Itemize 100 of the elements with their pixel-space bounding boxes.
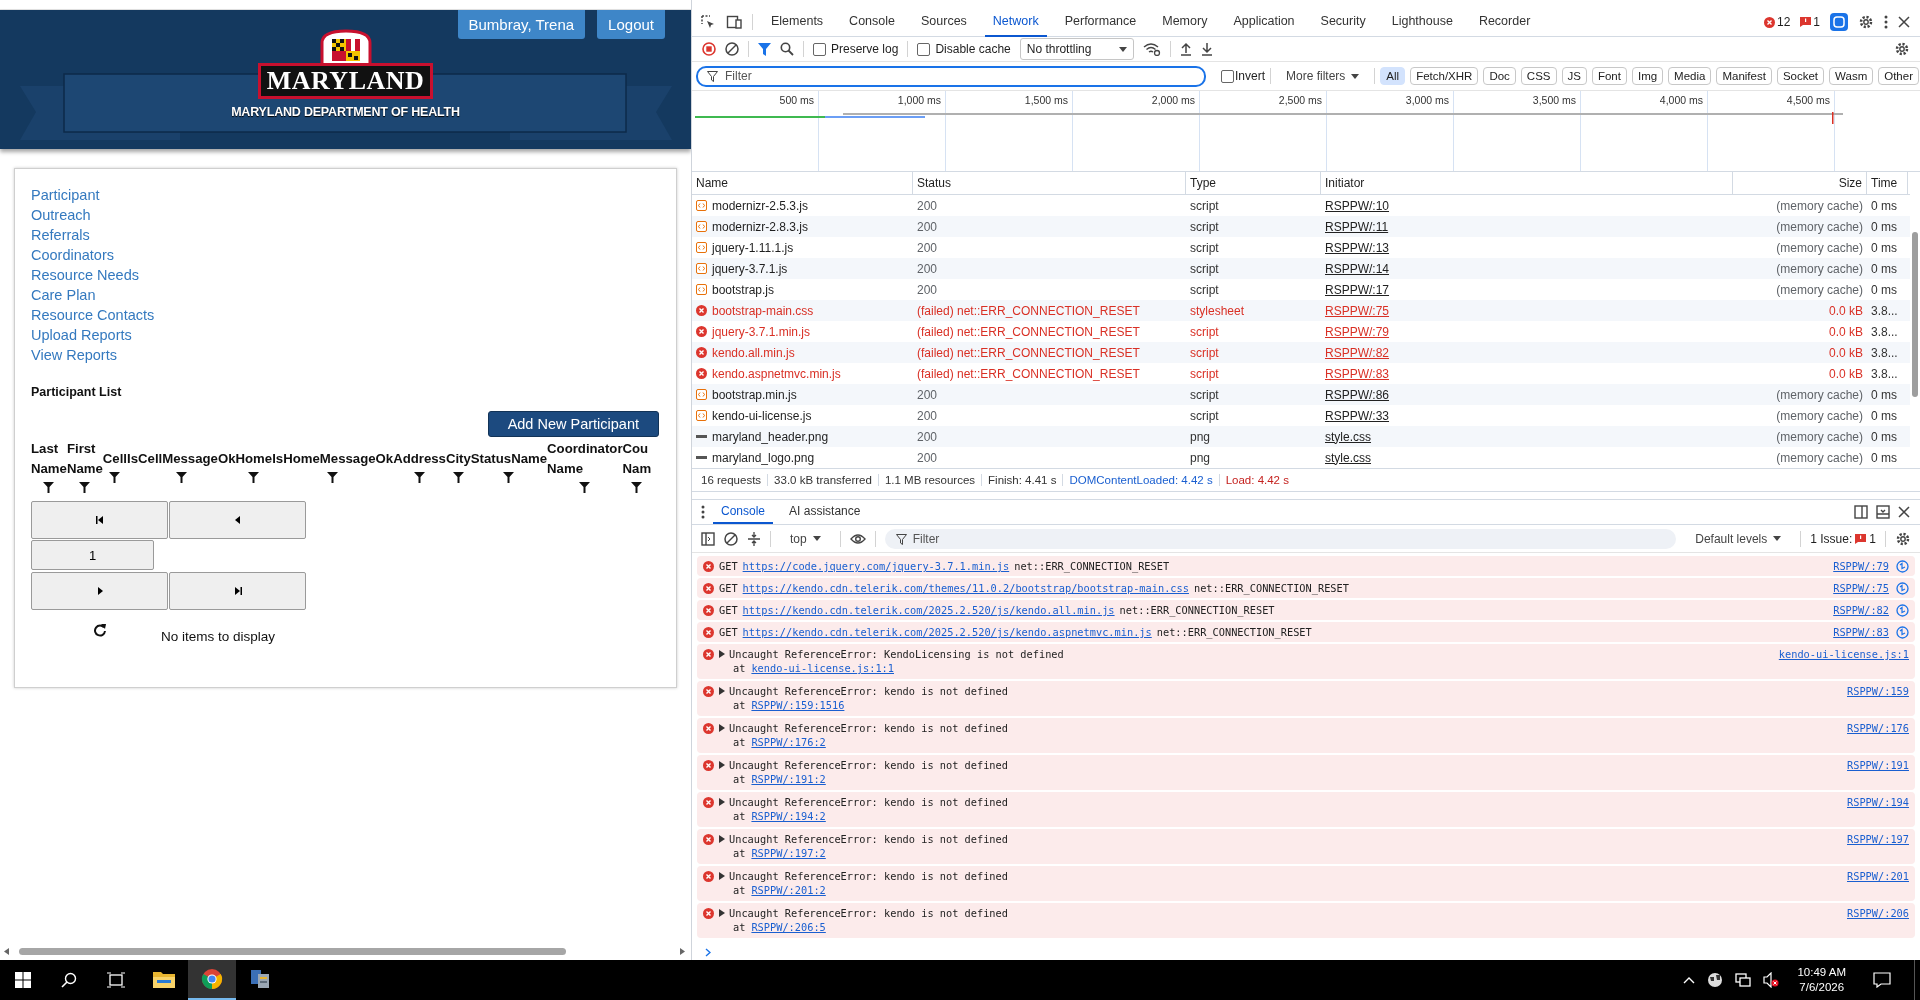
initiator-link[interactable]: RSPPW/:79 — [1325, 324, 1390, 339]
settings-icon[interactable] — [1858, 14, 1874, 30]
filter-icon[interactable] — [79, 482, 91, 493]
request-name[interactable]: jquery-3.7.1.min.js — [712, 324, 811, 339]
clock-time[interactable]: 10:49 AM — [1797, 965, 1846, 980]
console-filter-field[interactable]: Filter — [884, 528, 1677, 549]
globe-icon[interactable] — [1707, 972, 1724, 988]
checkbox-label[interactable]: Preserve log — [831, 42, 899, 56]
column-header[interactable]: Cou Nam — [622, 439, 652, 479]
devtools-tab[interactable]: Memory — [1154, 7, 1216, 37]
expand-triangle-icon[interactable] — [719, 650, 725, 658]
device-toolbar-icon[interactable] — [726, 14, 742, 30]
column-header[interactable]: Cell — [102, 449, 128, 469]
initiator-link[interactable]: RSPPW/:82 — [1325, 345, 1390, 360]
levels-dropdown[interactable]: Default levels — [1685, 531, 1792, 546]
expand-triangle-icon[interactable] — [719, 687, 725, 695]
stack-location-link[interactable]: RSPPW/:206:5 — [751, 921, 826, 933]
download-icon[interactable] — [1201, 42, 1214, 56]
inspect-icon[interactable] — [700, 14, 716, 30]
nav-link[interactable]: Upload Reports — [31, 325, 676, 345]
drawer-tab[interactable]: Console — [713, 500, 774, 524]
search-icon[interactable] — [780, 42, 794, 56]
stack-location-link[interactable]: kendo-ui-license.js:1:1 — [751, 662, 894, 674]
type-filter-chip[interactable]: Font — [1591, 67, 1627, 85]
upload-icon[interactable] — [1180, 42, 1193, 56]
expand-triangle-icon[interactable] — [719, 798, 725, 806]
settings-icon[interactable] — [1894, 41, 1910, 57]
source-link[interactable]: RSPPW/:83 — [1833, 626, 1889, 638]
type-filter-chip[interactable]: JS — [1561, 67, 1587, 85]
clock-date[interactable]: 7/6/2026 — [1799, 980, 1845, 995]
column-header[interactable]: Address — [393, 449, 446, 469]
column-header[interactable]: Name — [692, 172, 913, 194]
issues-button[interactable]: 1 Issue: 1 — [1810, 531, 1876, 546]
url-link[interactable]: https://kendo.cdn.telerik.com/2025.2.520/js/kendo.aspnetmvc.min.js — [742, 626, 1152, 638]
task-view-icon[interactable] — [107, 972, 125, 988]
collapse-icon[interactable] — [747, 531, 761, 546]
source-link[interactable]: RSPPW/:191 — [1847, 759, 1909, 771]
type-filter-chip[interactable]: Doc — [1483, 67, 1516, 85]
network-icon[interactable] — [1735, 972, 1752, 988]
url-link[interactable]: https://kendo.cdn.telerik.com/themes/11.0.2/bootstrap/bootstrap-main.css — [742, 582, 1189, 594]
column-header[interactable]: StatusName — [470, 449, 548, 469]
filter-icon[interactable] — [43, 482, 55, 493]
source-link[interactable]: RSPPW/:79 — [1833, 560, 1889, 572]
windows-start-icon[interactable] — [15, 972, 31, 988]
checkbox[interactable] — [917, 42, 931, 56]
stack-location-link[interactable]: RSPPW/:194:2 — [751, 810, 826, 822]
filter-icon[interactable] — [579, 482, 591, 493]
type-filter-chip[interactable]: CSS — [1520, 67, 1557, 85]
network-request-icon[interactable] — [1896, 559, 1909, 573]
type-filter-chip[interactable]: Other — [1878, 67, 1919, 85]
expand-triangle-icon[interactable] — [719, 872, 725, 880]
column-header[interactable]: Coordinator Name — [547, 439, 623, 479]
search-icon[interactable] — [61, 972, 77, 988]
initiator-link[interactable]: RSPPW/:83 — [1325, 366, 1390, 381]
devtools-tab[interactable]: Lighthouse — [1383, 7, 1461, 37]
dock-side-icon[interactable] — [1854, 505, 1868, 519]
filter-icon[interactable] — [503, 472, 515, 483]
initiator-link[interactable]: style.css — [1325, 429, 1371, 444]
checkbox[interactable] — [813, 42, 826, 56]
taskbar-app[interactable] — [188, 960, 236, 1000]
initiator-link[interactable]: RSPPW/:17 — [1325, 282, 1390, 297]
error-count[interactable]: 12 — [1763, 15, 1791, 29]
initiator-link[interactable]: style.css — [1325, 450, 1371, 465]
record-stop-icon[interactable] — [702, 42, 716, 56]
filter-icon[interactable] — [414, 472, 425, 483]
devtools-tab[interactable]: Security — [1312, 7, 1374, 37]
type-filter-chip[interactable]: Socket — [1776, 67, 1825, 85]
page-number-button[interactable]: 1 — [31, 540, 154, 570]
nav-link[interactable]: Resource Needs — [31, 265, 676, 285]
notifications-icon[interactable] — [1873, 972, 1891, 988]
request-name[interactable]: bootstrap-main.css — [712, 303, 814, 318]
stack-location-link[interactable]: RSPPW/:201:2 — [751, 884, 826, 896]
stack-location-link[interactable]: RSPPW/:176:2 — [751, 736, 826, 748]
type-filter-chip[interactable]: Wasm — [1829, 67, 1874, 85]
scroll-right-icon[interactable] — [680, 947, 685, 955]
column-header[interactable]: IsHomeMessageOk — [272, 449, 394, 469]
expand-triangle-icon[interactable] — [719, 909, 725, 917]
column-header[interactable]: City — [445, 449, 471, 469]
settings-icon[interactable] — [1895, 530, 1911, 547]
more-filters-dropdown[interactable]: More filters — [1276, 69, 1370, 83]
request-name[interactable]: kendo-ui-license.js — [712, 408, 812, 423]
clear-icon[interactable] — [724, 531, 738, 546]
url-link[interactable]: https://kendo.cdn.telerik.com/2025.2.520/js/kendo.all.min.js — [742, 604, 1115, 616]
expand-triangle-icon[interactable] — [719, 724, 725, 732]
initiator-link[interactable]: RSPPW/:33 — [1325, 408, 1390, 423]
assistant-icon[interactable] — [1830, 13, 1848, 31]
more-options-icon[interactable] — [701, 505, 705, 519]
checkbox-label[interactable]: Disable cache — [935, 42, 1011, 56]
column-header[interactable]: Type — [1186, 172, 1321, 194]
url-link[interactable]: https://code.jquery.com/jquery-3.7.1.min.js — [742, 560, 1010, 572]
source-link[interactable]: RSPPW/:176 — [1847, 722, 1909, 734]
user-button[interactable]: Bumbray, Trena — [457, 10, 586, 39]
close-icon[interactable] — [1898, 506, 1910, 518]
type-filter-chip[interactable]: Media — [1668, 67, 1712, 85]
filter-icon[interactable] — [327, 472, 339, 483]
close-icon[interactable] — [1898, 16, 1910, 28]
devtools-tab[interactable]: Elements — [763, 7, 832, 37]
request-name[interactable]: bootstrap.min.js — [712, 387, 797, 402]
request-name[interactable]: bootstrap.js — [712, 282, 775, 297]
filter-icon[interactable] — [452, 472, 464, 483]
